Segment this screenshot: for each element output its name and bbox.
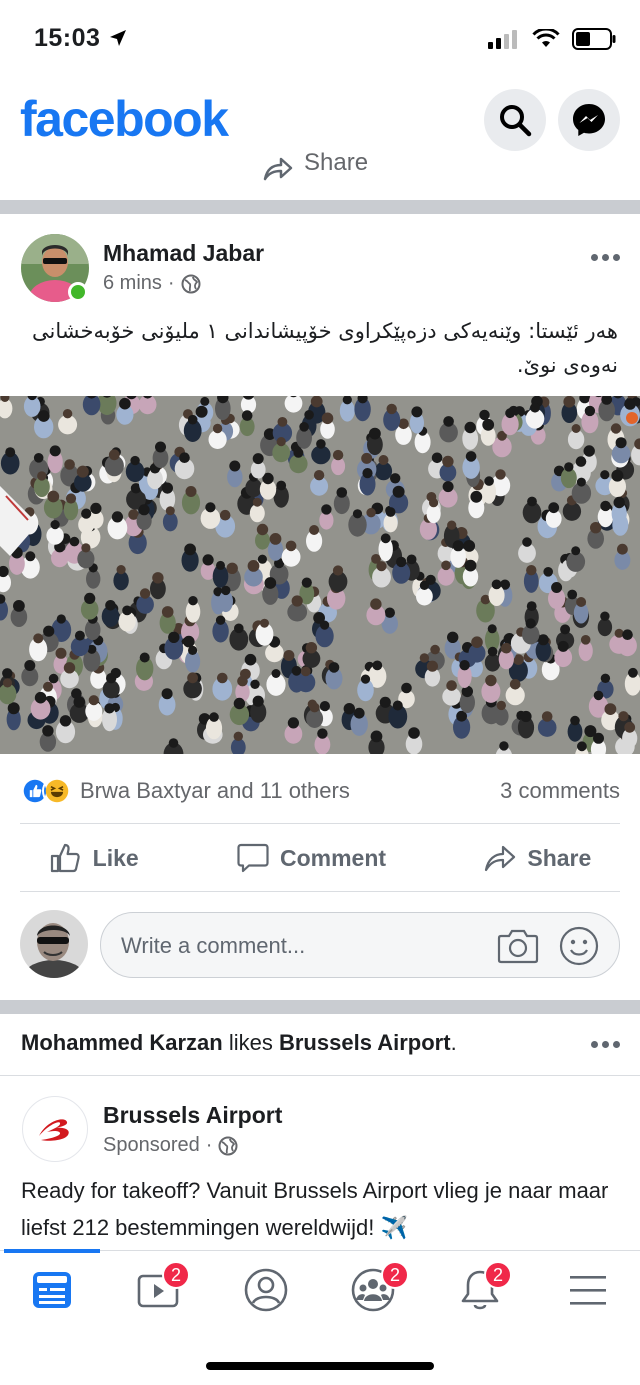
post-author-name[interactable]: Mhamad Jabar [103,240,264,267]
app-header: facebook [0,80,640,160]
share-label: Share [527,844,592,871]
location-arrow-icon [110,30,126,46]
separator [0,1075,640,1076]
news-feed-icon [33,1272,71,1308]
status-indicators [488,28,616,50]
emoji-icon[interactable] [559,926,599,966]
facebook-logo[interactable]: facebook [20,90,229,148]
ad-text: Ready for takeoff? Vanuit Brussels Airpo… [21,1178,609,1240]
tab-menu[interactable] [548,1265,628,1315]
active-tab-indicator [4,1249,100,1253]
home-indicator[interactable] [206,1362,434,1370]
airport-b-logo-icon [39,1119,69,1141]
watch-badge: 2 [162,1261,190,1289]
reactions-left: Brwa Baxtyar and 11 others [20,776,350,806]
post-photo[interactable] [0,396,640,754]
current-user-avatar[interactable] [20,910,88,978]
feed-divider [0,1000,640,1014]
sponsored-label[interactable]: Sponsored [103,1134,200,1157]
thumbs-up-icon [50,843,80,873]
tab-notifications[interactable]: 2 [440,1261,520,1315]
comment-placeholder: Write a comment... [121,933,306,958]
story-more-button[interactable] [591,1041,620,1048]
status-bar: 15:03 [0,0,640,80]
online-status-dot [68,282,88,302]
like-button[interactable]: Like [49,841,139,875]
more-dot [613,254,620,261]
more-dot [602,1041,609,1048]
meta-separator: · [167,272,175,294]
comment-bubble-icon [237,843,269,873]
comment-composer: Write a comment... [20,910,620,980]
more-dot [591,1041,598,1048]
brussels-airport-logo[interactable] [22,1096,88,1162]
wifi-icon [532,29,560,47]
context-page[interactable]: Brussels Airport [279,1030,451,1055]
search-icon [500,105,532,137]
comments-count[interactable]: 3 comments [500,778,620,804]
post-more-button[interactable] [591,254,620,261]
post-text: هەر ئێستا: وێنەیەکی دزەپێکراوی خۆپیشاندا… [32,319,618,377]
camera-icon[interactable] [497,926,539,966]
more-dot [591,254,598,261]
reaction-icons [20,776,72,806]
feed-divider [0,200,640,214]
search-button[interactable] [484,89,546,151]
context-end: . [450,1030,457,1055]
meta-separator: · [205,1134,213,1156]
battery-icon [572,28,616,50]
post-actions: Like Comment Share [0,826,640,890]
haha-reaction-icon [42,776,72,806]
ad-header: Brussels Airport Sponsored · [0,1094,640,1174]
post-time[interactable]: 6 mins [103,272,162,295]
ad-meta: Sponsored · [103,1134,238,1157]
comment-label: Comment [280,844,387,871]
more-dot [602,254,609,261]
previous-post-share-label: Share [304,152,369,176]
tab-profile[interactable] [226,1265,306,1315]
like-label: Like [92,844,139,871]
share-button[interactable]: Share [483,841,591,875]
social-context-text: Mohammed Karzan likes Brussels Airport. [21,1030,457,1056]
share-arrow-icon [485,845,516,872]
globe-icon [181,274,201,293]
comment-input[interactable]: Write a comment... [100,912,620,978]
ad-page-name[interactable]: Brussels Airport [103,1102,282,1129]
post-header: Mhamad Jabar 6 mins · [0,232,640,312]
reactions-summary[interactable]: Brwa Baxtyar and 11 others 3 comments [20,772,620,810]
current-user-photo [20,910,88,978]
share-arrow-icon [263,157,293,181]
messenger-icon [573,104,605,136]
profile-icon [244,1268,288,1312]
globe-icon [218,1136,238,1155]
groups-badge: 2 [381,1261,409,1289]
separator [20,823,620,824]
previous-post-share-button[interactable]: Share [262,152,368,192]
tab-groups[interactable]: 2 [333,1261,413,1315]
tab-news-feed[interactable] [12,1265,92,1315]
separator [20,891,620,892]
cellular-signal-icon [488,30,517,49]
crowd-photo [0,396,640,754]
messenger-button[interactable] [558,89,620,151]
reactions-text: Brwa Baxtyar and 11 others [80,778,350,803]
status-time: 15:03 [34,24,101,52]
menu-icon [570,1276,606,1305]
more-dot [613,1041,620,1048]
post-meta: 6 mins · [103,272,201,295]
tab-watch[interactable]: 2 [118,1261,198,1315]
comment-button[interactable]: Comment [236,841,386,875]
context-verb: likes [228,1030,273,1055]
context-actor[interactable]: Mohammed Karzan [21,1030,223,1055]
notifications-badge: 2 [484,1261,512,1289]
social-context: Mohammed Karzan likes Brussels Airport. [0,1014,640,1074]
